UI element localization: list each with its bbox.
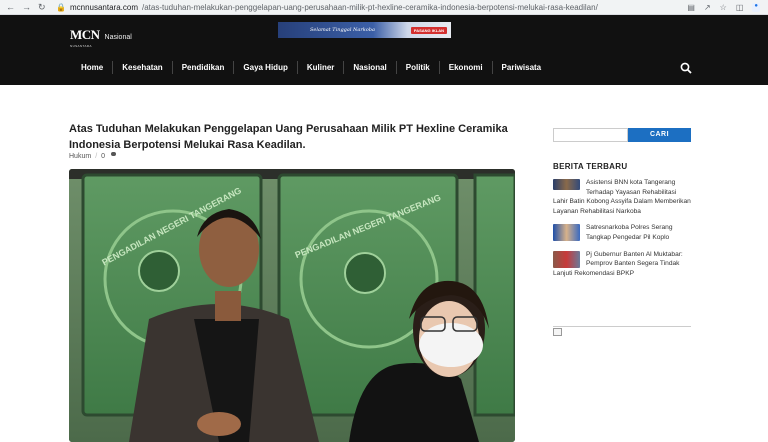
news-title[interactable]: Satresnarkoba Polres Serang Tangkap Peng… — [586, 224, 673, 241]
back-icon[interactable]: ← — [6, 2, 15, 12]
address-bar[interactable]: 🔒 mcnnusantara.com/atas-tuduhan-melakuka… — [56, 3, 687, 12]
url-path: /atas-tuduhan-melakukan-penggelapan-uang… — [142, 2, 598, 12]
news-item[interactable]: Satresnarkoba Polres Serang Tangkap Peng… — [553, 223, 691, 242]
url-host: mcnnusantara.com — [69, 2, 138, 12]
comment-icon[interactable] — [111, 151, 117, 156]
photo-scene: PENGADILAN NEGERI TANGERANG PENGADILAN N… — [69, 169, 515, 442]
sidebar-search: CARI — [553, 128, 691, 142]
site-header: MCN NUSANTARA Nasional Selamat Tinggal N… — [0, 15, 768, 85]
news-thumbnail[interactable] — [553, 179, 580, 190]
browser-nav: ← → ↻ — [0, 2, 56, 12]
nav-item-gaya-hidup[interactable]: Gaya Hidup — [234, 61, 298, 74]
translate-icon[interactable]: ▤ — [687, 3, 695, 12]
share-icon[interactable]: ↗ — [704, 3, 711, 12]
search-button[interactable]: CARI — [628, 128, 691, 142]
banner-text: Selamat Tinggal Narkoba — [310, 27, 375, 33]
sidebar: CARI BERITA TERBARU Asistensi BNN kota T… — [553, 128, 691, 337]
browser-tools: ▤ ↗ ☆ ◫ ● — [687, 2, 768, 12]
logo-main: MCN — [70, 27, 100, 42]
search-input[interactable] — [553, 128, 628, 142]
page-content: Atas Tuduhan Melakukan Penggelapan Uang … — [0, 85, 768, 442]
news-thumbnail[interactable] — [553, 250, 580, 268]
article-title: Atas Tuduhan Melakukan Penggelapan Uang … — [69, 123, 508, 151]
article-category[interactable]: Hukum — [69, 153, 91, 160]
news-item[interactable]: Pj Gubernur Banten Al Muktabar: Pemprov … — [553, 250, 691, 279]
article-meta: Hukum / 0 — [69, 151, 117, 160]
nav-item-nasional[interactable]: Nasional — [344, 61, 397, 74]
sidebar-icon[interactable]: ◫ — [736, 3, 744, 12]
forward-icon[interactable]: → — [22, 2, 31, 12]
logo-sub: NUSANTARA — [70, 44, 92, 48]
broken-image-icon — [553, 328, 562, 337]
nav-item-kesehatan[interactable]: Kesehatan — [113, 61, 173, 74]
article-photo: PENGADILAN NEGERI TANGERANG PENGADILAN N… — [69, 169, 515, 442]
site-logo[interactable]: MCN NUSANTARA Nasional — [70, 26, 132, 48]
logo-section: Nasional — [104, 33, 132, 41]
news-item[interactable]: Asistensi BNN kota Tangerang Terhadap Ya… — [553, 178, 691, 216]
sidebar-ad-placeholder — [553, 326, 691, 337]
news-thumbnail[interactable] — [553, 224, 580, 242]
nav-item-pariwisata[interactable]: Pariwisata — [493, 61, 551, 74]
latest-news-heading: BERITA TERBARU — [553, 162, 628, 171]
nav-item-home[interactable]: Home — [72, 61, 114, 74]
reload-icon[interactable]: ↻ — [38, 2, 46, 12]
nav-item-pendidikan[interactable]: Pendidikan — [173, 61, 235, 74]
banner-badge: PASANG IKLAN — [410, 26, 447, 34]
comment-count[interactable]: 0 — [101, 153, 105, 160]
nav-item-politik[interactable]: Politik — [397, 61, 440, 74]
nav-item-kuliner[interactable]: Kuliner — [298, 61, 345, 74]
nav-item-ekonomi[interactable]: Ekonomi — [440, 61, 493, 74]
search-icon[interactable] — [680, 62, 692, 74]
extension-icon[interactable]: ● — [752, 2, 760, 12]
star-icon[interactable]: ☆ — [720, 3, 727, 12]
lock-icon: 🔒 — [56, 2, 66, 12]
browser-toolbar: ← → ↻ 🔒 mcnnusantara.com/atas-tuduhan-me… — [0, 0, 768, 15]
meta-divider: / — [95, 153, 98, 160]
latest-news-list: Asistensi BNN kota Tangerang Terhadap Ya… — [553, 178, 691, 278]
main-menu: Home Kesehatan Pendidikan Gaya Hidup Kuliner… — [72, 61, 550, 74]
header-banner-ad[interactable]: Selamat Tinggal Narkoba PASANG IKLAN — [278, 22, 451, 38]
